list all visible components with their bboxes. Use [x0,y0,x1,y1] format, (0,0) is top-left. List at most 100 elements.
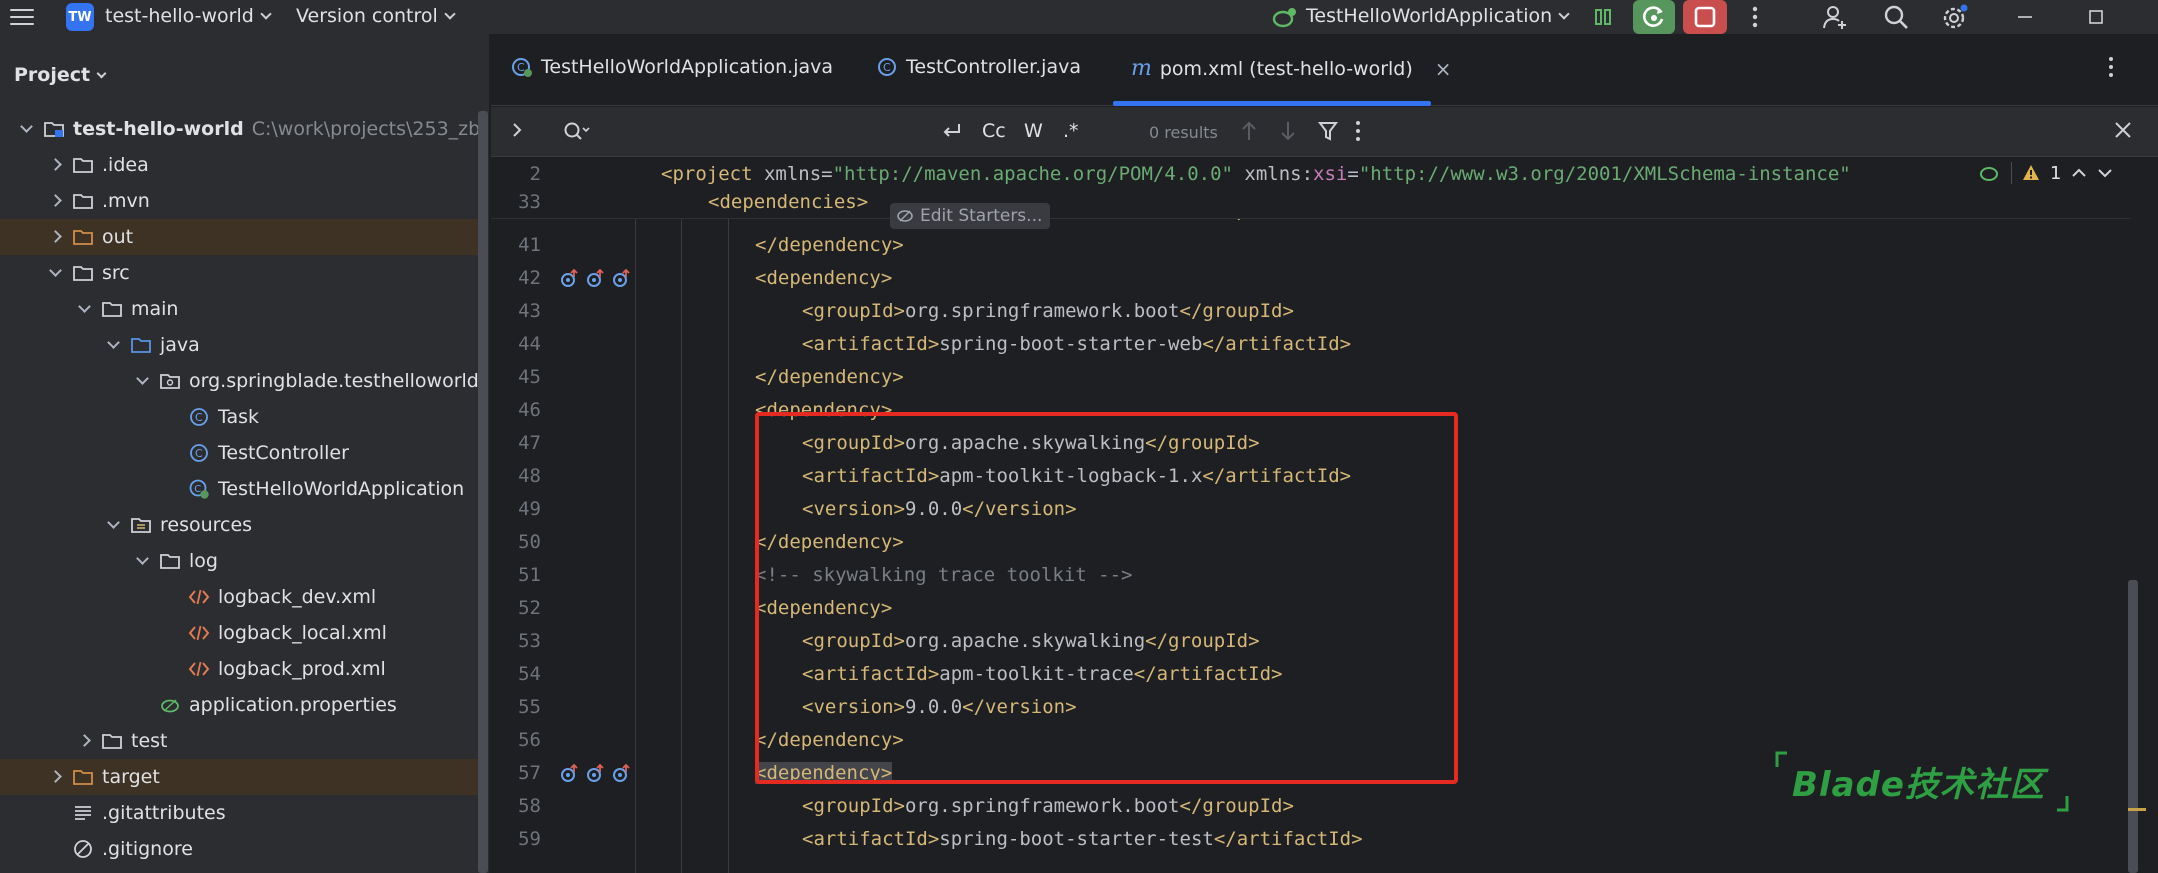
tree-item[interactable]: out [0,219,478,255]
close-tab-icon[interactable]: × [1435,57,1452,81]
find-more-icon[interactable] [1355,120,1361,147]
inspection-widget[interactable]: 1 [1979,162,2113,184]
tree-item[interactable]: C Task [0,399,478,435]
line-number: 47 [518,432,541,454]
tree-item[interactable]: main [0,291,478,327]
svg-text:C: C [195,447,203,460]
maven-gutter-icons[interactable] [559,757,633,790]
chevron-right-icon[interactable] [49,230,62,243]
tab-testhelloworldapplication[interactable]: C TestHelloWorldApplication.java [511,56,833,78]
tree-item[interactable]: src [0,255,478,291]
tree-item[interactable]: target [0,759,478,795]
tree-item[interactable]: .mvn [0,183,478,219]
hamburger-icon[interactable] [10,6,34,28]
maven-dependency-icon[interactable] [611,763,633,785]
maven-gutter-icons[interactable] [559,262,633,295]
code-line[interactable]: 43 <groupId>org.springframework.boot</gro… [491,295,2131,328]
tree-item[interactable]: test-hello-worldC:\work\projects\253_zbj… [0,111,478,147]
line-number: 50 [518,531,541,553]
svg-text:C: C [883,61,891,74]
tree-item[interactable]: test [0,723,478,759]
search-icon[interactable] [1881,2,1911,32]
tab-testcontroller[interactable]: C TestController.java [876,56,1081,78]
code-line[interactable]: 33 <dependencies> [491,186,2131,219]
vcs-menu[interactable]: Version control [296,5,456,27]
code-line[interactable]: 45 </dependency> [491,361,2131,394]
maven-dependency-icon[interactable] [585,268,607,290]
tree-item[interactable]: log [0,543,478,579]
code-line[interactable]: 59 <artifactId>spring-boot-starter-test</… [491,823,2131,856]
close-find-icon[interactable] [2113,120,2133,145]
maven-dependency-icon[interactable] [585,763,607,785]
search-history-icon[interactable] [563,120,591,147]
tree-item[interactable]: application.properties [0,687,478,723]
chevron-down-icon[interactable] [2097,167,2113,179]
code-line[interactable]: 41 </dependency> [491,229,2131,262]
line-number: 54 [518,663,541,685]
expand-replace-icon[interactable] [511,120,523,145]
xml-file-icon [188,586,210,608]
next-occurrence-icon[interactable] [1279,120,1297,147]
chevron-right-icon[interactable] [49,770,62,783]
spring-class-icon: C [188,478,210,500]
stop-icon[interactable] [1683,0,1727,34]
settings-icon[interactable] [1940,2,1970,32]
chevron-down-icon[interactable] [49,264,62,277]
maven-dependency-icon[interactable] [611,268,633,290]
minimize-icon[interactable] [2010,2,2040,32]
line-number: 44 [518,333,541,355]
tabs-more-icon[interactable] [2108,56,2114,78]
run-config-selector[interactable]: TestHelloWorldApplication [1306,5,1570,27]
line-number: 43 [518,300,541,322]
chevron-up-icon[interactable] [2071,167,2087,179]
tree-item[interactable]: C TestHelloWorldApplication [0,471,478,507]
chevron-down-icon[interactable] [107,336,120,349]
folder-icon [159,550,181,572]
chevron-down-icon[interactable] [78,300,91,313]
tree-item[interactable]: org.springblade.testhelloworld [0,363,478,399]
editor-scrollbar[interactable] [2128,580,2138,873]
maximize-icon[interactable] [2081,2,2111,32]
chevron-down-icon[interactable] [107,516,120,529]
code-text: <artifactId>spring-boot-starter-web</art… [802,333,1352,355]
add-user-icon[interactable] [1820,2,1850,32]
tree-item[interactable]: resources [0,507,478,543]
maven-dependency-icon[interactable] [559,763,581,785]
pause-icon[interactable] [1588,2,1618,32]
whole-words-toggle[interactable]: W [1024,120,1043,142]
tree-item[interactable]: .gitignore [0,831,478,867]
tree-item[interactable]: .idea [0,147,478,183]
previous-occurrence-icon[interactable] [1240,120,1258,147]
match-case-toggle[interactable]: Cc [982,120,1006,142]
more-icon[interactable] [1740,2,1770,32]
rerun-icon[interactable] [1633,0,1675,34]
maven-dependency-icon[interactable] [559,268,581,290]
tree-item[interactable]: java [0,327,478,363]
tab-pom-xml[interactable]: m pom.xml (test-hello-world) × [1131,56,1452,81]
project-scrollbar[interactable] [478,111,488,873]
filter-icon[interactable] [1318,120,1338,147]
chevron-right-icon[interactable] [78,734,91,747]
tree-item[interactable]: logback_prod.xml [0,651,478,687]
spring-leaf-icon [897,210,913,222]
project-switcher[interactable]: test-hello-world [105,5,272,27]
tree-item[interactable]: logback_local.xml [0,615,478,651]
chevron-right-icon[interactable] [49,158,62,171]
regex-toggle[interactable]: .* [1063,120,1079,142]
edit-starters-button[interactable]: Edit Starters... [890,203,1051,229]
new-line-icon[interactable] [939,120,965,147]
project-badge[interactable]: TW [66,3,94,31]
chevron-down-icon[interactable] [136,552,149,565]
code-line[interactable]: 44 <artifactId>spring-boot-starter-web</a… [491,328,2131,361]
project-view-selector[interactable]: Project [14,64,107,86]
package-icon [159,370,181,392]
tree-item[interactable]: .gitattributes [0,795,478,831]
tree-item[interactable]: C TestController [0,435,478,471]
chevron-down-icon[interactable] [136,372,149,385]
line-number: 52 [518,597,541,619]
code-line[interactable]: 42 <dependency> [491,262,2131,295]
line-number: 42 [518,267,541,289]
chevron-down-icon[interactable] [20,120,33,133]
chevron-right-icon[interactable] [49,194,62,207]
tree-item[interactable]: logback_dev.xml [0,579,478,615]
